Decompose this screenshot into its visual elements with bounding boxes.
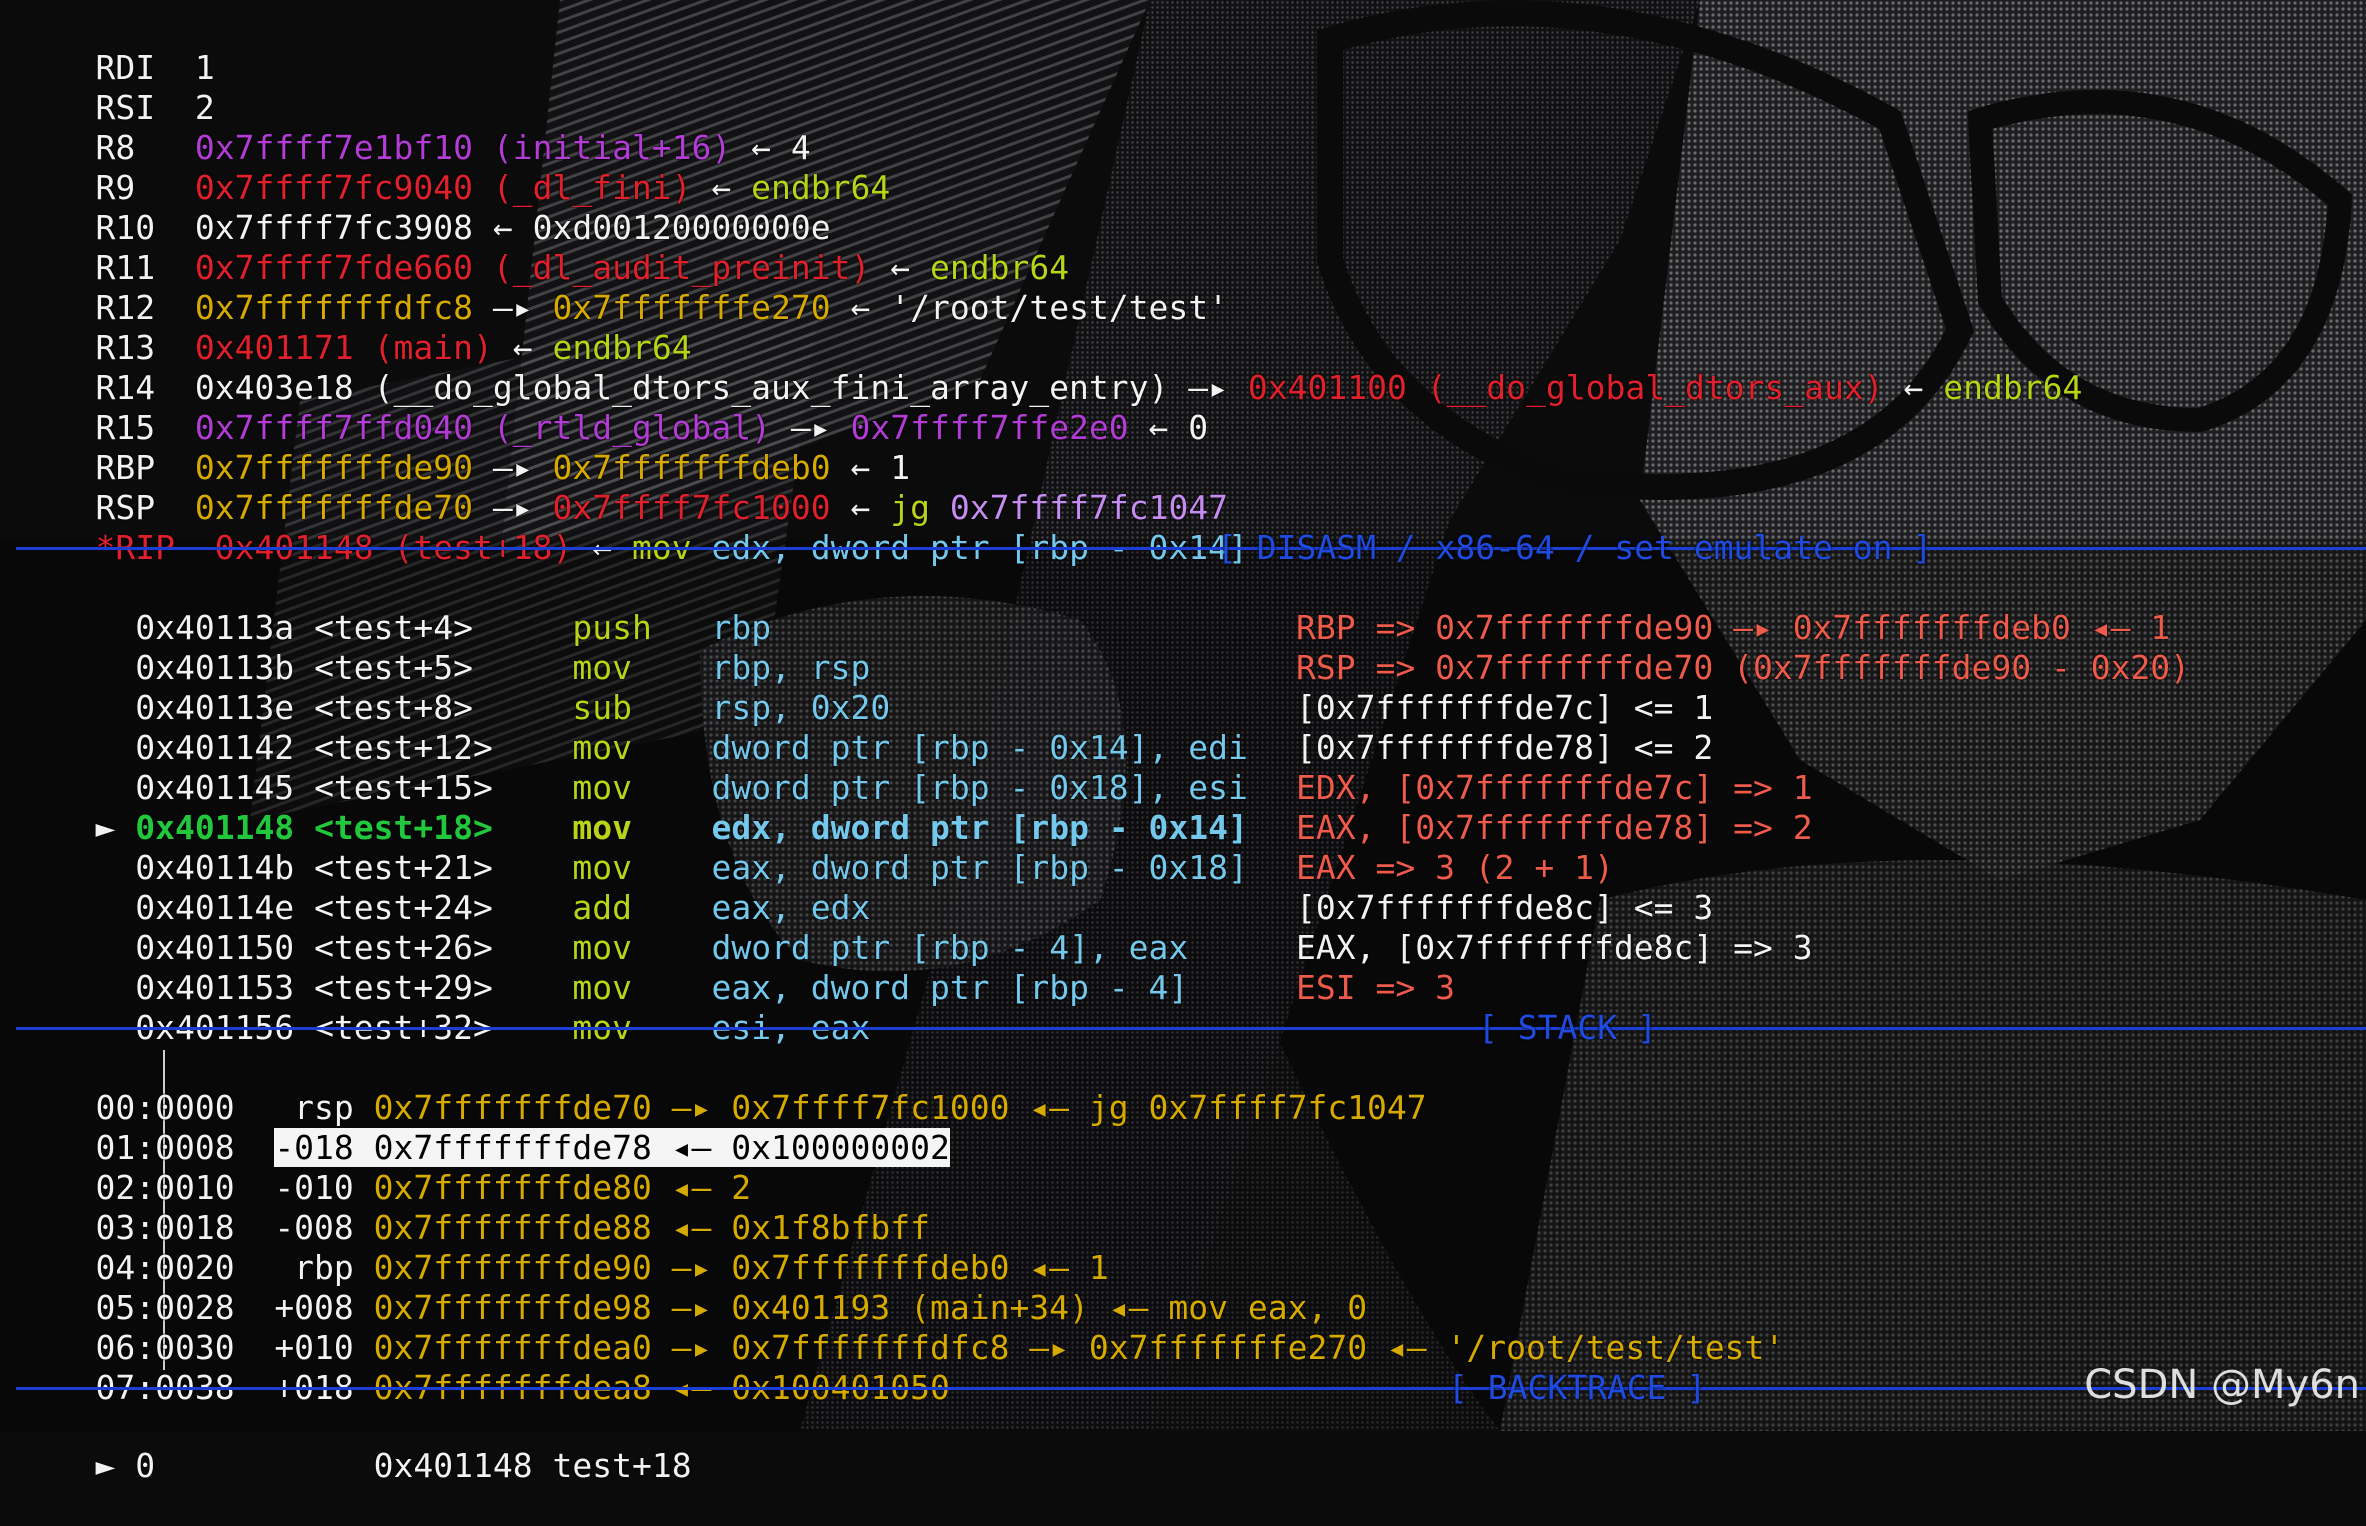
stack-row[interactable]: 07:0038 +018 0x7fffffffdea8 ◂— 0x1004010…: [16, 1328, 949, 1407]
stack-row[interactable]: 02:0010 -010 0x7fffffffde80 ◂— 2: [16, 1128, 751, 1207]
disasm-row[interactable]: 0x40114b <test+21> mov eax, dword ptr [r…: [16, 808, 1248, 887]
register-row: R15 0x7ffff7ffd040 (_rtld_global) —▸ 0x7…: [95, 408, 1209, 447]
emulate-annotation: [0x7fffffffde8c] <= 3: [1296, 888, 1714, 927]
register-row: R13 0x401171 (main) ← endbr64: [95, 328, 692, 367]
emulate-annotation: RBP => 0x7fffffffde90 —▸ 0x7fffffffdeb0 …: [1296, 608, 2171, 647]
disasm-section-divider: [ DISASM / x86-64 / set emulate on ]: [16, 528, 2366, 568]
emulate-annotation: EAX, [0x7fffffffde78] => 2: [1296, 808, 1813, 847]
frame-marker-icon: ►: [95, 1446, 116, 1485]
register-row-rip: *RIP 0x401148 (test+18) ← mov edx, dword…: [95, 528, 1248, 567]
emulate-annotation: EDX, [0x7fffffffde7c] => 1: [1296, 768, 1813, 807]
emulate-annotation: EAX, [0x7fffffffde8c] => 3: [1296, 928, 1813, 967]
emulate-annotation: [0x7fffffffde7c] <= 1: [1296, 688, 1714, 727]
disasm-row-current[interactable]: ► 0x401148 <test+18> mov edx, dword ptr …: [16, 768, 1247, 847]
disasm-row[interactable]: 0x401156 <test+32> mov esi, eax: [16, 968, 870, 1047]
register-row: RBP 0x7fffffffde90 —▸ 0x7fffffffdeb0 ← 1: [95, 448, 911, 487]
disasm-row[interactable]: 0x40113b <test+5> mov rbp, rsp: [16, 608, 870, 687]
register-row: R9 0x7ffff7fc9040 (_dl_fini) ← endbr64: [95, 168, 891, 207]
disasm-row[interactable]: 0x401150 <test+26> mov dword ptr [rbp - …: [16, 888, 1188, 967]
disasm-row[interactable]: 0x40113e <test+8> sub rsp, 0x20: [16, 648, 890, 727]
disasm-row[interactable]: 0x40113a <test+4> push rbp: [16, 568, 771, 647]
stack-row[interactable]: 03:0018 -008 0x7fffffffde88 ◂— 0x1f8bfbf…: [16, 1168, 929, 1247]
register-row: RSP 0x7fffffffde70 —▸ 0x7ffff7fc1000 ← j…: [95, 488, 1229, 527]
backtrace-row[interactable]: ► 0 0x401148 test+18: [16, 1406, 691, 1485]
stack-header: [ STACK ]: [1478, 1008, 1657, 1047]
emulate-annotation: RSP => 0x7fffffffde70 (0x7fffffffde90 - …: [1296, 648, 2191, 687]
stack-row[interactable]: 06:0030 +010 0x7fffffffdea0 —▸ 0x7ffffff…: [16, 1288, 1784, 1367]
backtrace-section-divider: [ BACKTRACE ]: [16, 1368, 2366, 1408]
register-row: R11 0x7ffff7fde660 (_dl_audit_preinit) ←…: [95, 248, 1070, 287]
disasm-header: [ DISASM / x86-64 / set emulate on ]: [1217, 528, 1933, 567]
register-row: RDI 1: [95, 48, 215, 87]
disasm-row[interactable]: 0x401142 <test+12> mov dword ptr [rbp - …: [16, 688, 1248, 767]
emulate-annotation: ESI => 3: [1296, 968, 1455, 1007]
stack-section-divider: [ STACK ]: [16, 1008, 2366, 1048]
disasm-row[interactable]: 0x401145 <test+15> mov dword ptr [rbp - …: [16, 728, 1248, 807]
stack-row[interactable]: 00:0000 rsp 0x7fffffffde70 —▸ 0x7ffff7fc…: [16, 1048, 1426, 1127]
csdn-watermark: CSDN @My6n: [2084, 1362, 2360, 1408]
register-row: R14 0x403e18 (__do_global_dtors_aux_fini…: [95, 368, 2083, 407]
emulate-annotation: [0x7fffffffde78] <= 2: [1296, 728, 1714, 767]
register-row: R8 0x7ffff7e1bf10 (initial+16) ← 4: [95, 128, 811, 167]
disasm-row[interactable]: 0x40114e <test+24> add eax, edx: [16, 848, 870, 927]
register-row: R10 0x7ffff7fc3908 ← 0xd00120000000e: [95, 208, 831, 247]
stack-row-highlighted[interactable]: 01:0008 -018 0x7fffffffde78 ◂— 0x1000000…: [16, 1088, 950, 1167]
stack-row[interactable]: 05:0028 +008 0x7fffffffde98 —▸ 0x401193 …: [16, 1248, 1367, 1327]
register-row: RSI 2: [95, 88, 215, 127]
disasm-row[interactable]: 0x401153 <test+29> mov eax, dword ptr [r…: [16, 928, 1188, 1007]
register-row: R12 0x7fffffffdfc8 —▸ 0x7fffffffe270 ← '…: [95, 288, 1229, 327]
gdb-pwndbg-terminal[interactable]: RDI 1 RSI 2 R8 0x7ffff7e1bf10 (initial+1…: [0, 0, 2366, 1485]
backtrace-header: [ BACKTRACE ]: [1448, 1368, 1707, 1407]
emulate-annotation: EAX => 3 (2 + 1): [1296, 848, 1614, 887]
stack-row[interactable]: 04:0020 rbp 0x7fffffffde90 —▸ 0x7fffffff…: [16, 1208, 1108, 1287]
